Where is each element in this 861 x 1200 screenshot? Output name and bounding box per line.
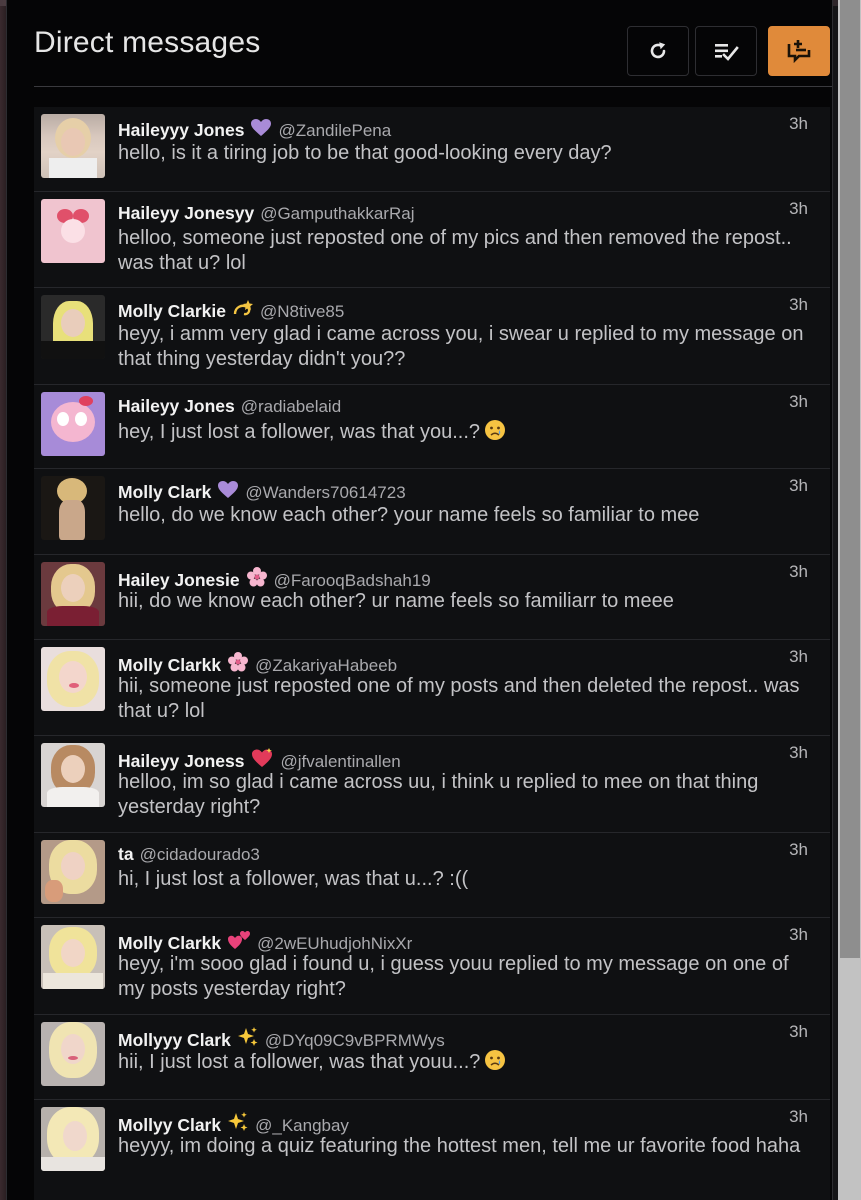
avatar[interactable] bbox=[41, 562, 105, 626]
message-row[interactable]: Hailey Jonesie @FarooqBadshah19 3h hii, d… bbox=[34, 555, 830, 640]
avatar[interactable] bbox=[41, 925, 105, 989]
timestamp: 3h bbox=[789, 476, 808, 495]
avatar[interactable] bbox=[41, 1022, 105, 1086]
sender-name[interactable]: Molly Clarkk bbox=[118, 933, 221, 953]
timestamp: 3h bbox=[789, 199, 808, 218]
timestamp: 3h bbox=[789, 1107, 808, 1126]
timestamp: 3h bbox=[789, 295, 808, 314]
message-row[interactable]: Haileyyy Jones @ZandilePena 3h hello, is … bbox=[34, 107, 830, 192]
message-row[interactable]: Haileyy Jones @radiabelaid 3h hey, I just… bbox=[34, 385, 830, 469]
avatar[interactable] bbox=[41, 199, 105, 263]
message-row[interactable]: Molly Clarkk @2wEUhudjohNixXr 3h heyy, i'… bbox=[34, 918, 830, 1015]
avatar[interactable] bbox=[41, 1107, 105, 1171]
sender-handle[interactable]: @2wEUhudjohNixXr bbox=[257, 934, 412, 953]
message-row[interactable]: Mollyy Clark @_Kangbay 3h heyyy, im doing… bbox=[34, 1100, 830, 1200]
message-row[interactable]: Haileyy Jonesyy @GamputhakkarRaj 3h hello… bbox=[34, 192, 830, 288]
mark-all-read-icon bbox=[715, 44, 739, 61]
sender-handle[interactable]: @FarooqBadshah19 bbox=[274, 571, 431, 590]
sender-name[interactable]: Molly Clark bbox=[118, 482, 211, 502]
sender-name[interactable]: ta bbox=[118, 844, 134, 864]
sender-handle[interactable]: @N8tive85 bbox=[260, 302, 344, 321]
sender-handle[interactable]: @jfvalentinallen bbox=[280, 752, 400, 771]
timestamp: 3h bbox=[789, 1022, 808, 1041]
timestamp: 3h bbox=[789, 392, 808, 411]
message-text: hey, I just lost a follower, was that yo… bbox=[118, 421, 481, 443]
purple-heart-icon bbox=[217, 480, 239, 504]
sender-handle[interactable]: @radiabelaid bbox=[241, 397, 341, 416]
message-row[interactable]: Molly Clarkk @ZakariyaHabeeb 3h hii, some… bbox=[34, 640, 830, 736]
message-list: Haileyyy Jones @ZandilePena 3h hello, is … bbox=[34, 107, 830, 1200]
avatar[interactable] bbox=[41, 840, 105, 904]
message-text: hello, is it a tiring job to be that goo… bbox=[118, 142, 612, 164]
scrollbar-thumb[interactable] bbox=[840, 0, 860, 958]
refresh-button[interactable] bbox=[627, 26, 689, 76]
avatar[interactable] bbox=[41, 476, 105, 540]
timestamp: 3h bbox=[789, 743, 808, 762]
sender-line: Haileyyy Jones @ZandilePena bbox=[118, 118, 780, 142]
sender-name[interactable]: Molly Clarkie bbox=[118, 301, 226, 321]
sender-line: Haileyy Jones @radiabelaid bbox=[118, 396, 780, 417]
message-text: hello, do we know each other? your name … bbox=[118, 504, 700, 526]
sender-handle[interactable]: @_Kangbay bbox=[255, 1116, 349, 1135]
sender-name[interactable]: Molly Clarkk bbox=[118, 655, 221, 675]
message-row[interactable]: Mollyyy Clark @DYq09C9vBPRMWys 3h hii, I … bbox=[34, 1015, 830, 1100]
direct-messages-modal: Direct messages Haileyyy Jones @ZandileP… bbox=[6, 0, 833, 1200]
message-row[interactable]: ta @cidadourado3 3h hi, I just lost a fol… bbox=[34, 833, 830, 918]
new-message-icon bbox=[787, 40, 811, 63]
sender-handle[interactable]: @ZakariyaHabeeb bbox=[255, 656, 397, 675]
mark-all-read-button[interactable] bbox=[695, 26, 757, 76]
sender-handle[interactable]: @ZandilePena bbox=[278, 121, 391, 140]
header-divider bbox=[34, 86, 832, 87]
message-text: hii, someone just reposted one of my pos… bbox=[118, 675, 800, 722]
sender-name[interactable]: Haileyy Jones bbox=[118, 396, 235, 416]
new-message-button[interactable] bbox=[768, 26, 830, 76]
message-text: hii, do we know each other? ur name feel… bbox=[118, 590, 674, 612]
sender-handle[interactable]: @cidadourado3 bbox=[140, 845, 260, 864]
message-text: hii, I just lost a follower, was that yo… bbox=[118, 1051, 481, 1073]
timestamp: 3h bbox=[789, 647, 808, 666]
sender-line: Haileyy Jonesyy @GamputhakkarRaj bbox=[118, 203, 780, 224]
message-text: heyy, i amm very glad i came across you,… bbox=[118, 323, 804, 370]
page-title: Direct messages bbox=[34, 26, 261, 59]
modal-header: Direct messages bbox=[7, 0, 832, 88]
timestamp: 3h bbox=[789, 925, 808, 944]
sender-name[interactable]: Mollyy Clark bbox=[118, 1115, 221, 1135]
timestamp: 3h bbox=[789, 562, 808, 581]
avatar[interactable] bbox=[41, 743, 105, 807]
avatar[interactable] bbox=[41, 647, 105, 711]
sender-name[interactable]: Hailey Jonesie bbox=[118, 570, 240, 590]
message-row[interactable]: Haileyy Joness @jfvalentinallen 3h helloo… bbox=[34, 736, 830, 833]
sender-line: Molly Clark @Wanders70614723 bbox=[118, 480, 780, 504]
avatar[interactable] bbox=[41, 392, 105, 456]
message-row[interactable]: Molly Clarkie @N8tive85 3h heyy, i amm ve… bbox=[34, 288, 830, 385]
sender-handle[interactable]: @DYq09C9vBPRMWys bbox=[265, 1031, 445, 1050]
timestamp: 3h bbox=[789, 840, 808, 859]
avatar[interactable] bbox=[41, 114, 105, 178]
sender-name[interactable]: Haileyyy Jones bbox=[118, 120, 244, 140]
dizzy-icon bbox=[232, 299, 254, 323]
crying-face-icon bbox=[484, 1049, 506, 1078]
sender-line: Molly Clarkie @N8tive85 bbox=[118, 299, 780, 323]
message-text: helloo, someone just reposted one of my … bbox=[118, 227, 792, 274]
message-text-container: hey, I just lost a follower, was that yo… bbox=[118, 419, 814, 448]
message-row[interactable]: Molly Clark @Wanders70614723 3h hello, do… bbox=[34, 469, 830, 555]
message-text: helloo, im so glad i came across uu, i t… bbox=[118, 771, 759, 818]
message-text: heyyy, im doing a quiz featuring the hot… bbox=[118, 1135, 801, 1157]
timestamp: 3h bbox=[789, 114, 808, 133]
sender-name[interactable]: Haileyy Jonesyy bbox=[118, 203, 254, 223]
sender-handle[interactable]: @GamputhakkarRaj bbox=[260, 204, 414, 223]
message-text: hi, I just lost a follower, was that u..… bbox=[118, 868, 469, 890]
message-text: heyy, i'm sooo glad i found u, i guess y… bbox=[118, 953, 789, 1000]
sender-name[interactable]: Mollyyy Clark bbox=[118, 1030, 231, 1050]
avatar[interactable] bbox=[41, 295, 105, 359]
sender-handle[interactable]: @Wanders70614723 bbox=[245, 483, 405, 502]
message-text-container: hii, I just lost a follower, was that yo… bbox=[118, 1049, 814, 1078]
sender-name[interactable]: Haileyy Joness bbox=[118, 751, 244, 771]
sender-line: ta @cidadourado3 bbox=[118, 844, 780, 865]
purple-heart-icon bbox=[250, 118, 272, 142]
crying-face-icon bbox=[484, 419, 506, 448]
refresh-icon bbox=[650, 42, 666, 59]
